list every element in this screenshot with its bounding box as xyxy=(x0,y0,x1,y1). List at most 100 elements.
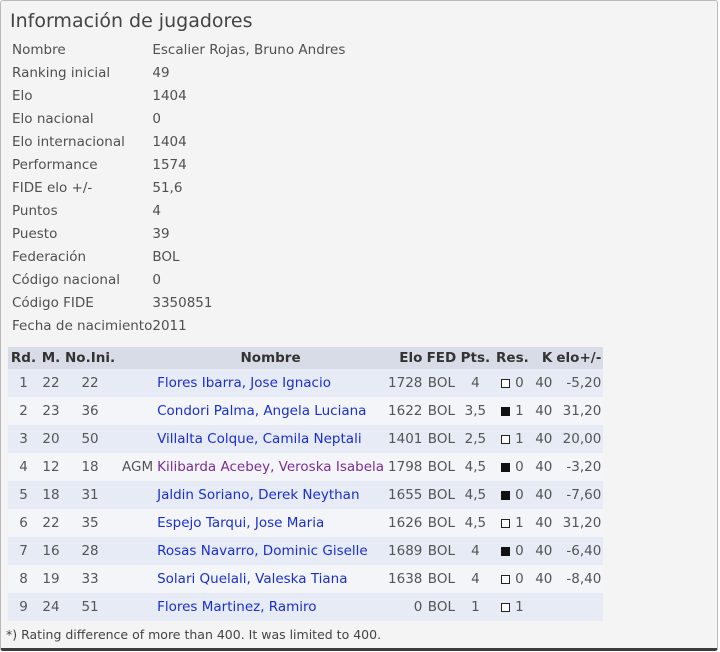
round-cell: 7 xyxy=(8,537,39,565)
info-label: Elo nacional xyxy=(12,110,94,127)
info-label: Elo internacional xyxy=(12,133,125,150)
player-details-table: Nombre Escalier Rojas, Bruno Andres Rankin… xyxy=(12,38,345,337)
start-number-cell: 33 xyxy=(63,565,118,593)
header-k-factor: K xyxy=(532,347,555,369)
start-number-cell: 35 xyxy=(63,509,118,537)
table-row: 4 12 18 AGM Kilibarda Acebey, Veroska Isabel… xyxy=(8,453,604,481)
opponent-link[interactable]: Condori Palma, Angela Luciana xyxy=(157,403,366,419)
table-row: 9 24 51 Flores Martinez, Ramiro 0 BOL 1 1 xyxy=(8,593,604,621)
header-points: Pts. xyxy=(458,347,493,369)
title-cell xyxy=(117,537,156,565)
black-square-icon xyxy=(501,547,511,556)
title-cell xyxy=(117,593,156,621)
k-factor-cell: 40 xyxy=(532,565,555,593)
round-cell: 3 xyxy=(8,425,39,453)
result-cell: 1 xyxy=(492,509,533,537)
info-row: Ranking inicial 49 xyxy=(12,61,345,84)
info-row: Performance 1574 xyxy=(12,153,345,176)
federation-cell: BOL xyxy=(424,481,459,509)
opponent-cell: Condori Palma, Angela Luciana xyxy=(155,397,387,425)
elo-cell: 1401 xyxy=(386,425,425,453)
info-row: Elo internacional 1404 xyxy=(12,130,345,153)
info-row: Fecha de nacimiento 2011 xyxy=(12,314,345,337)
table-row: 7 16 28 Rosas Navarro, Dominic Giselle 1689 B… xyxy=(8,537,604,565)
elo-cell: 1689 xyxy=(386,537,425,565)
k-factor-cell xyxy=(532,593,555,621)
points-cell: 4 xyxy=(458,537,493,565)
info-label: Fecha de nacimiento xyxy=(12,317,153,334)
points-cell: 3,5 xyxy=(458,397,493,425)
info-row: FIDE elo +/- 51,6 xyxy=(12,176,345,199)
opponent-link[interactable]: Villalta Colque, Camila Neptali xyxy=(157,431,361,447)
opponent-link[interactable]: Kilibarda Acebey, Veroska Isabela xyxy=(157,459,384,475)
table-row: 5 18 31 Jaldin Soriano, Derek Neythan 1655 BO… xyxy=(8,481,604,509)
points-cell: 4,5 xyxy=(458,509,493,537)
opponent-link[interactable]: Flores Ibarra, Jose Ignacio xyxy=(157,375,331,391)
opponent-link[interactable]: Espejo Tarqui, Jose Maria xyxy=(157,515,324,531)
info-row: Código FIDE 3350851 xyxy=(12,291,345,314)
info-row: Federación BOL xyxy=(12,245,345,268)
info-row: Puntos 4 xyxy=(12,199,345,222)
elo-cell: 1622 xyxy=(386,397,425,425)
panel-title: Información de jugadores xyxy=(10,10,253,32)
header-result: Res. xyxy=(492,347,533,369)
result-value: 1 xyxy=(515,599,524,615)
title-cell xyxy=(117,565,156,593)
k-factor-cell: 40 xyxy=(532,397,555,425)
info-label: Federación xyxy=(12,248,87,265)
result-value: 1 xyxy=(515,515,524,531)
opponent-link[interactable]: Solari Quelali, Valeska Tiana xyxy=(157,571,347,587)
footnote: *) Rating difference of more than 400. I… xyxy=(6,627,382,642)
start-number-cell: 50 xyxy=(63,425,118,453)
white-square-icon xyxy=(501,575,511,584)
title-cell xyxy=(117,397,156,425)
black-square-icon xyxy=(501,463,511,472)
opponent-cell: Espejo Tarqui, Jose Maria xyxy=(155,509,387,537)
board-cell: 16 xyxy=(39,537,63,565)
elo-change-cell: 31,20 xyxy=(554,397,604,425)
info-row: Código nacional 0 xyxy=(12,268,345,291)
board-cell: 18 xyxy=(39,481,63,509)
result-cell: 0 xyxy=(492,369,533,397)
elo-cell: 1655 xyxy=(386,481,425,509)
opponent-cell: Rosas Navarro, Dominic Giselle xyxy=(155,537,387,565)
round-cell: 9 xyxy=(8,593,39,621)
result-value: 0 xyxy=(515,543,524,559)
info-value: Escalier Rojas, Bruno Andres xyxy=(152,41,346,58)
info-row: Nombre Escalier Rojas, Bruno Andres xyxy=(12,38,345,61)
table-row: 8 19 33 Solari Quelali, Valeska Tiana 1638 BO… xyxy=(8,565,604,593)
info-label: Código FIDE xyxy=(12,294,94,311)
start-number-cell: 22 xyxy=(63,369,118,397)
points-cell: 4,5 xyxy=(458,481,493,509)
header-elo: Elo xyxy=(386,347,425,369)
elo-cell: 0 xyxy=(386,593,425,621)
k-factor-cell: 40 xyxy=(532,425,555,453)
opponent-cell: Jaldin Soriano, Derek Neythan xyxy=(155,481,387,509)
info-value: 49 xyxy=(152,64,170,81)
info-label: Performance xyxy=(12,156,98,173)
table-row: 2 23 36 Condori Palma, Angela Luciana 1622 BO… xyxy=(8,397,604,425)
opponent-cell: Villalta Colque, Camila Neptali xyxy=(155,425,387,453)
federation-cell: BOL xyxy=(424,369,459,397)
round-cell: 8 xyxy=(8,565,39,593)
table-row: 1 22 22 Flores Ibarra, Jose Ignacio 1728 BOL 4… xyxy=(8,369,604,397)
elo-cell: 1638 xyxy=(386,565,425,593)
title-cell xyxy=(117,425,156,453)
games-table: Rd. M. No.Ini. Nombre Elo FED Pts. Res. … xyxy=(8,347,604,621)
info-value: 1404 xyxy=(152,87,187,104)
board-cell: 19 xyxy=(39,565,63,593)
games-header-row: Rd. M. No.Ini. Nombre Elo FED Pts. Res. … xyxy=(8,347,604,369)
result-value: 1 xyxy=(515,431,524,447)
board-cell: 23 xyxy=(39,397,63,425)
info-value: 2011 xyxy=(152,317,187,334)
k-factor-cell: 40 xyxy=(532,369,555,397)
points-cell: 4 xyxy=(458,565,493,593)
elo-change-cell: -3,20 xyxy=(554,453,604,481)
header-federation: FED xyxy=(424,347,459,369)
opponent-link[interactable]: Rosas Navarro, Dominic Giselle xyxy=(157,543,368,559)
white-square-icon xyxy=(501,379,511,388)
round-cell: 5 xyxy=(8,481,39,509)
opponent-link[interactable]: Jaldin Soriano, Derek Neythan xyxy=(157,487,359,503)
opponent-link[interactable]: Flores Martinez, Ramiro xyxy=(157,599,316,615)
header-name: Nombre xyxy=(155,347,387,369)
